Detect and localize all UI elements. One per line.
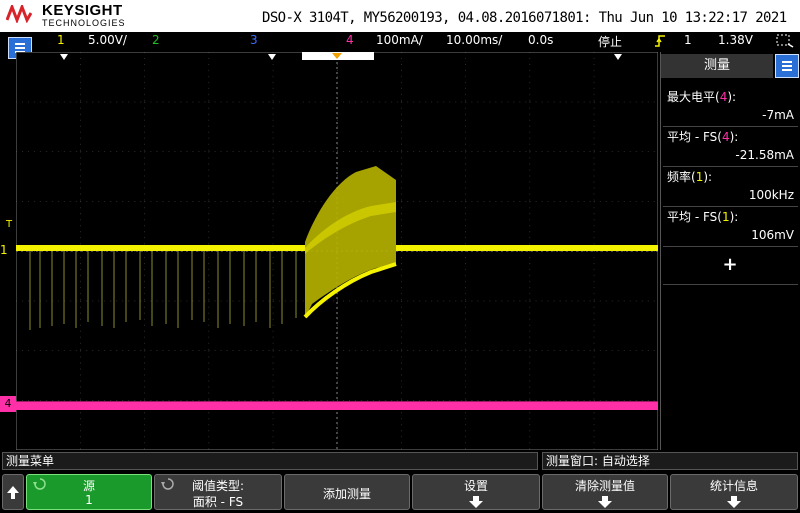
run-state: 停止 bbox=[598, 35, 623, 49]
ch4-noise-band bbox=[16, 401, 658, 402]
keysight-logo-icon bbox=[6, 5, 32, 23]
instrument-info: DSO-X 3104T, MY56200193, 04.08.201607180… bbox=[262, 10, 787, 26]
ch3-number[interactable]: 3 bbox=[250, 33, 258, 47]
waveform-display[interactable] bbox=[16, 52, 658, 450]
threshold-type-value: 面积 - FS bbox=[192, 495, 244, 509]
ch1-ground-marker[interactable]: 1 bbox=[0, 243, 16, 257]
zoom-icon[interactable] bbox=[776, 34, 794, 48]
source-softkey-label: 源 bbox=[82, 479, 95, 493]
time-delay[interactable]: 0.0s bbox=[528, 33, 553, 47]
trigger-level-marker[interactable]: T bbox=[6, 219, 16, 231]
clear-measurements-softkey[interactable]: 清除测量值 bbox=[542, 474, 668, 510]
title-bar: KEYSIGHT TECHNOLOGIES DSO-X 3104T, MY562… bbox=[0, 0, 800, 32]
clear-measurements-label: 清除测量值 bbox=[574, 479, 635, 493]
statistics-label: 统计信息 bbox=[709, 479, 758, 493]
timebase-scale[interactable]: 10.00ms/ bbox=[446, 33, 502, 47]
settings-softkey[interactable]: 设置 bbox=[412, 474, 540, 510]
down-arrow-icon bbox=[598, 496, 612, 508]
ch1-number[interactable]: 1 bbox=[57, 33, 65, 47]
measurement-label[interactable]: 频率(1): bbox=[667, 168, 712, 185]
trigger-edge-icon bbox=[655, 35, 665, 47]
ch1-marker-label: 1 bbox=[0, 243, 8, 257]
ch4-ground-marker[interactable]: 4 bbox=[0, 396, 16, 412]
measurement-label[interactable]: 平均 - FS(4): bbox=[667, 128, 738, 145]
measurement-value: 100kHz bbox=[748, 188, 794, 202]
ch4-waveform bbox=[16, 402, 658, 410]
down-arrow-icon bbox=[469, 496, 483, 508]
measurement-label[interactable]: 最大电平(4): bbox=[667, 88, 736, 105]
source-softkey-value: 1 bbox=[85, 493, 93, 507]
ch4-number[interactable]: 4 bbox=[346, 33, 354, 47]
brand-subtitle: TECHNOLOGIES bbox=[42, 18, 126, 28]
channel-status-bar: 1 5.00V/ 2 3 4 100mA/ 10.00ms/ 0.0s 停止 1… bbox=[0, 32, 800, 50]
threshold-type-softkey[interactable]: 阈值类型: 面积 - FS bbox=[154, 474, 282, 510]
add-measurement-softkey[interactable]: 添加测量 bbox=[284, 474, 410, 510]
brand-name: KEYSIGHT bbox=[42, 2, 123, 19]
measurement-value: 106mV bbox=[751, 228, 794, 242]
measurement-panel: 测量 最大电平(4): -7mA 平均 - FS(4): -21.58mA 频率… bbox=[660, 52, 800, 450]
measurement-panel-title: 测量 bbox=[661, 54, 773, 78]
panel-menu-button[interactable] bbox=[775, 54, 799, 78]
measurement-value: -7mA bbox=[762, 108, 794, 122]
trigger-level[interactable]: 1.38V bbox=[718, 33, 753, 47]
back-button[interactable] bbox=[2, 474, 24, 510]
add-measurement-label: 添加测量 bbox=[322, 487, 371, 501]
ch4-marker-label: 4 bbox=[4, 397, 12, 410]
measurement-label[interactable]: 平均 - FS(1): bbox=[667, 208, 738, 225]
measurement-window-status: 测量窗口: 自动选择 bbox=[542, 452, 798, 470]
source-softkey[interactable]: 源 1 bbox=[26, 474, 152, 510]
settings-label: 设置 bbox=[463, 479, 488, 493]
up-arrow-icon bbox=[7, 486, 19, 499]
ch2-number[interactable]: 2 bbox=[152, 33, 160, 47]
threshold-type-label: 阈值类型: bbox=[191, 479, 245, 493]
measurement-value: -21.58mA bbox=[735, 148, 794, 162]
add-measurement-plus-icon[interactable]: + bbox=[661, 254, 799, 275]
ch4-scale[interactable]: 100mA/ bbox=[376, 33, 423, 47]
softkey-menu-title: 测量菜单 bbox=[2, 452, 538, 470]
statistics-softkey[interactable]: 统计信息 bbox=[670, 474, 798, 510]
ch1-scale[interactable]: 5.00V/ bbox=[88, 33, 127, 47]
trigger-source[interactable]: 1 bbox=[684, 33, 692, 47]
down-arrow-icon bbox=[727, 496, 741, 508]
